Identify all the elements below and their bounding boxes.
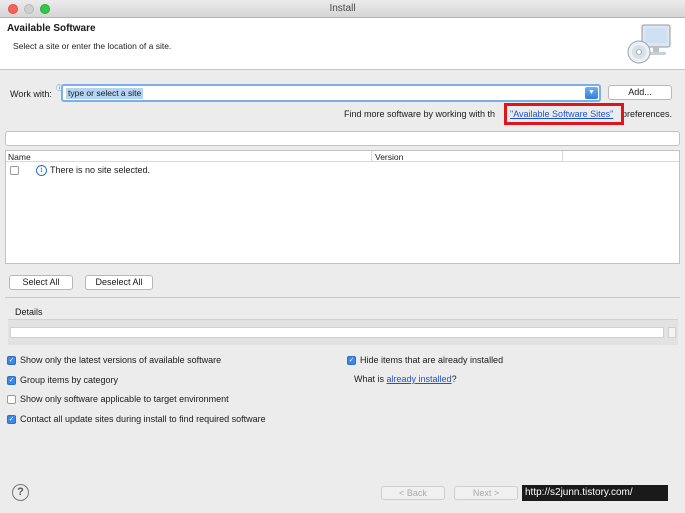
monitor-cd-icon	[627, 24, 671, 64]
hide-installed-label: Hide items that are already installed	[360, 355, 504, 365]
table-header: Name Version	[6, 151, 679, 162]
work-with-input-text[interactable]: type or select a site	[66, 88, 144, 99]
title-bar: Install	[0, 0, 685, 18]
work-with-label: Work with:	[10, 89, 52, 99]
next-button[interactable]: Next >	[454, 486, 518, 500]
latest-versions-label: Show only the latest versions of availab…	[20, 355, 222, 365]
wizard-header: Available Software Select a site or ente…	[0, 18, 685, 70]
info-icon: i	[36, 165, 47, 176]
find-more-suffix: preferences.	[622, 109, 673, 119]
empty-message: There is no site selected.	[50, 165, 151, 175]
group-by-category-label: Group items by category	[20, 375, 119, 385]
add-site-button[interactable]: Add...	[608, 85, 672, 100]
target-env-label: Show only software applicable to target …	[20, 394, 229, 404]
contact-sites-label: Contact all update sites during install …	[20, 414, 266, 424]
column-version[interactable]: Version	[375, 152, 403, 162]
details-area	[8, 319, 678, 345]
watermark-text: http://s2junn.tistory.com/	[522, 485, 668, 501]
details-text	[10, 327, 664, 338]
window-title: Install	[329, 3, 356, 14]
page-description: Select a site or enter the location of a…	[13, 41, 172, 51]
help-icon[interactable]: ?	[12, 484, 29, 501]
column-name[interactable]: Name	[8, 152, 31, 162]
what-is-installed-text: What is already installed?	[354, 374, 457, 384]
column-divider[interactable]	[371, 151, 372, 162]
details-label: Details	[15, 307, 43, 317]
select-all-button[interactable]: Select All	[9, 275, 73, 290]
row-checkbox[interactable]	[10, 166, 19, 175]
work-with-combo[interactable]: type or select a site ▼	[61, 84, 601, 102]
already-installed-link[interactable]: already installed	[387, 374, 452, 384]
chevron-down-icon[interactable]: ▼	[585, 87, 598, 99]
deselect-all-button[interactable]: Deselect All	[85, 275, 153, 290]
what-is-suffix: ?	[451, 374, 457, 384]
back-button[interactable]: < Back	[381, 486, 445, 500]
separator	[5, 297, 680, 298]
hide-installed-checkbox[interactable]: ✓	[347, 356, 356, 365]
page-title: Available Software	[7, 23, 96, 34]
find-more-text: Find more software by working with th	[344, 109, 496, 119]
what-is-prefix: What is	[354, 374, 387, 384]
link-highlight-box	[504, 103, 624, 125]
target-env-checkbox[interactable]	[7, 395, 16, 404]
details-scrollbar[interactable]	[668, 327, 676, 338]
column-divider[interactable]	[562, 151, 563, 162]
latest-versions-checkbox[interactable]: ✓	[7, 356, 16, 365]
software-table: Name Version i There is no site selected…	[5, 150, 680, 264]
contact-sites-checkbox[interactable]: ✓	[7, 415, 16, 424]
group-by-category-checkbox[interactable]: ✓	[7, 376, 16, 385]
filter-input[interactable]	[5, 131, 680, 146]
